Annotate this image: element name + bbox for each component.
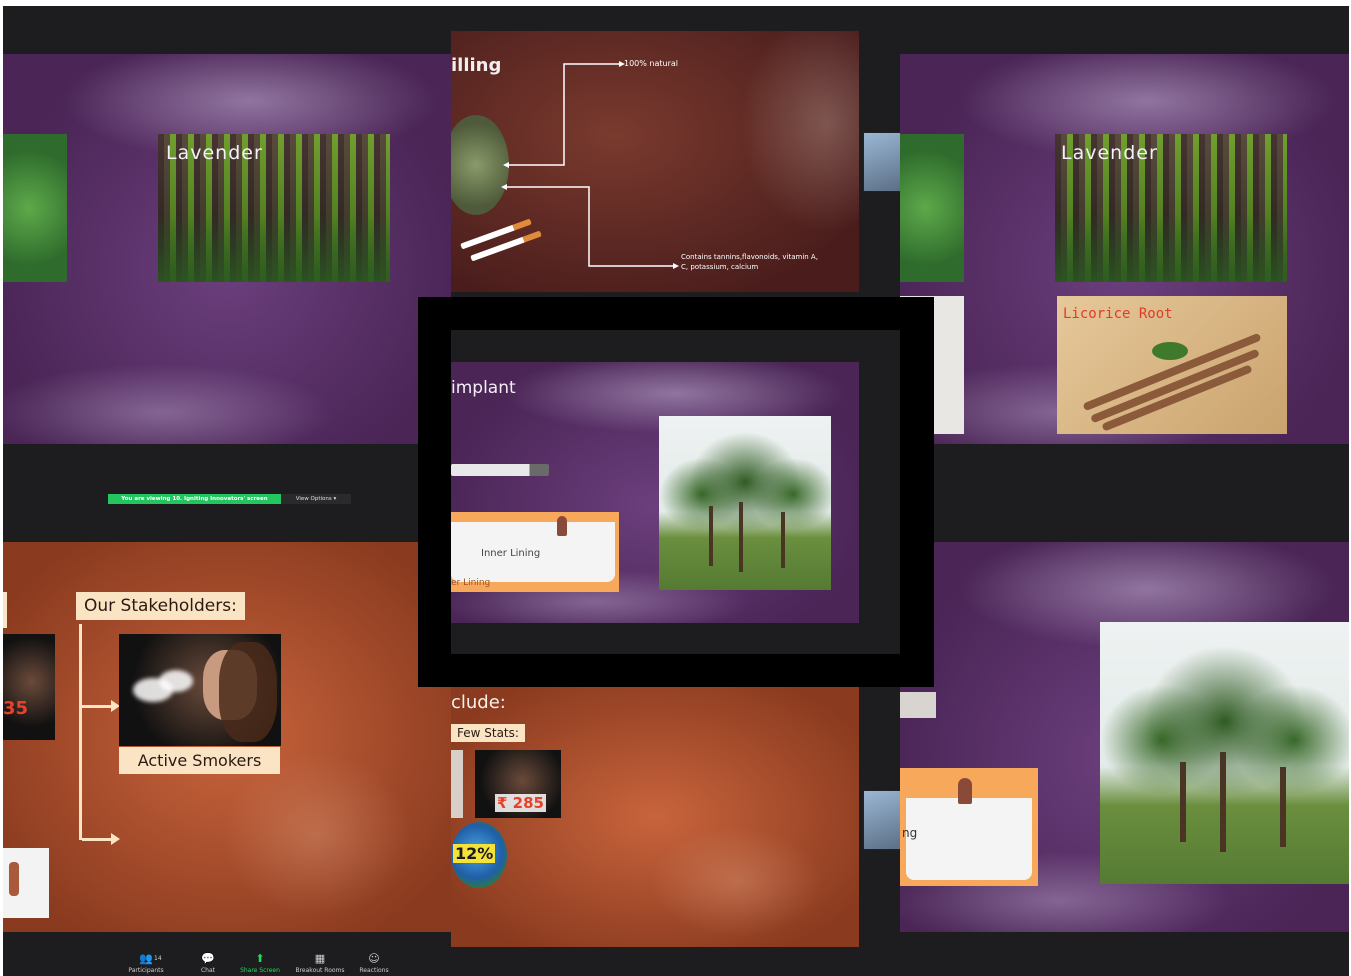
licorice-label: Licorice Root (1063, 306, 1173, 322)
stakeholders-title-box: Our Stakeholders: (76, 592, 245, 620)
licorice-root-image: Licorice Root (1057, 296, 1287, 434)
licorice-stick (1090, 348, 1260, 424)
chat-icon: 💬 (201, 952, 215, 965)
view-options-button[interactable]: View Options ▾ (281, 494, 351, 504)
slide-top-left: Lavender (3, 54, 451, 444)
smoker-side-image (451, 750, 463, 818)
cigarette-thumbnail (900, 692, 936, 718)
viewing-banner: You are viewing 10. Igniting Innovators'… (108, 494, 281, 504)
lining-inner (906, 798, 1032, 880)
percent-label: 12% (453, 844, 496, 863)
share-screen-icon: ⬆ (255, 952, 265, 965)
participants-button[interactable]: 👥 Participants 14 (116, 952, 176, 975)
lining-label: ng (902, 826, 918, 840)
slide-bottom-left: Our Stakeholders: Active Smokers 35 (3, 542, 451, 932)
capsule-icon (958, 778, 972, 804)
cigarette-image (451, 464, 549, 476)
few-stats-box: Few Stats: (451, 724, 525, 742)
stakeholders-title: Our Stakeholders: (84, 596, 237, 616)
price-label: ₹ 285 (495, 794, 546, 812)
capsule-icon (557, 516, 567, 536)
leaf-icon (1152, 342, 1188, 360)
active-smoker-image (119, 634, 281, 746)
runner-image (3, 848, 49, 918)
participant-thumbnail-1[interactable] (863, 132, 902, 192)
lavender-image: Lavender (158, 134, 390, 282)
smoker-beard-image: ₹ 285 (475, 750, 561, 818)
arrow-head-2 (111, 833, 120, 845)
slide-title: clude: (451, 692, 506, 713)
chevron-down-icon: ▾ (333, 496, 337, 502)
lavender-image: Lavender (1055, 134, 1287, 282)
slide-bottom-middle: clude: Few Stats: ₹ 285 12% (451, 686, 859, 947)
active-smokers-box: Active Smokers (119, 747, 280, 774)
bracket-line-vertical (79, 624, 82, 840)
tree-trunk (739, 502, 743, 572)
reactions-icon: ☺ (368, 952, 380, 965)
smoke-puff (159, 670, 193, 692)
arrow-right-2 (82, 838, 114, 841)
chat-button[interactable]: 💬 Chat (178, 952, 238, 975)
chat-label: Chat (200, 967, 216, 974)
few-stats-label: Few Stats: (457, 726, 519, 740)
participant-thumbnail-3[interactable] (863, 790, 902, 850)
reactions-button[interactable]: ☺ Reactions (344, 952, 404, 975)
slide-center: implant Inner Lining er Lining (451, 362, 859, 623)
tree-trunk (709, 506, 713, 566)
breakout-rooms-button[interactable]: ▦ Breakout Rooms (290, 952, 350, 975)
lavender-label: Lavender (1061, 142, 1158, 164)
tree-trunk (1220, 752, 1226, 852)
view-options-label: View Options (295, 496, 332, 502)
slide-title: implant (451, 378, 516, 398)
participants-label: Participants (128, 967, 164, 974)
label-edge (3, 592, 7, 628)
price-fragment: 35 (3, 698, 29, 719)
slide-bottom-right: ng (900, 542, 1349, 932)
breakout-rooms-label: Breakout Rooms (295, 967, 345, 974)
beard-image: 35 (3, 634, 55, 740)
tree-trunk (1180, 762, 1186, 842)
active-smokers-label: Active Smokers (137, 751, 262, 770)
globe-icon: 12% (451, 822, 507, 888)
inner-lining-label: Inner Lining (481, 548, 541, 559)
participants-count: 14 (154, 955, 162, 962)
breakout-rooms-icon: ▦ (314, 952, 326, 965)
arrow-label-top: 100% natural (624, 59, 679, 68)
slide-top-middle: illing 100% natural Contains tannins,fla… (451, 31, 859, 292)
lining-diagram: ng (900, 768, 1038, 886)
participants-icon: 👥 (139, 952, 153, 965)
share-screen-label: Share Screen (240, 967, 280, 974)
tree-trunk (1280, 767, 1286, 847)
arrow-right-1 (82, 705, 114, 708)
runner-figure (9, 862, 19, 896)
licorice-stick (1101, 364, 1253, 432)
lavender-label: Lavender (166, 142, 263, 164)
share-screen-button[interactable]: ⬆ Share Screen (230, 952, 290, 975)
slide-top-right: Lavender Licorice Root (900, 54, 1349, 444)
tree-trunk (781, 512, 785, 568)
mint-image (3, 134, 67, 282)
tree-image (1100, 622, 1349, 884)
mint-image (900, 134, 964, 282)
arrow-label-bottom: Contains tannins,flavonoids, vitamin A, … (681, 253, 818, 271)
lining-diagram: Inner Lining er Lining (451, 512, 619, 592)
tree-image (659, 416, 831, 590)
right-middle-dark-band (900, 444, 1349, 542)
outer-lining-label: er Lining (451, 578, 491, 588)
reactions-label: Reactions (359, 967, 389, 974)
left-middle-dark-band (3, 444, 451, 542)
viewing-banner-text: You are viewing 10. Igniting Innovators'… (121, 496, 268, 502)
hair-shape (219, 642, 277, 742)
